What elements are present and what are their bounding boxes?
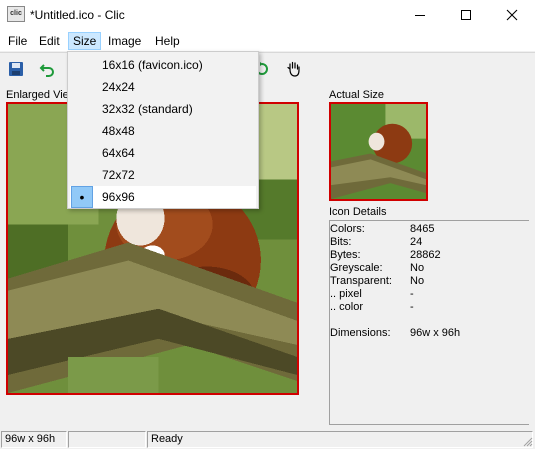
minimize-button[interactable] [397, 0, 443, 30]
window-title: *Untitled.ico - Clic [30, 8, 125, 22]
menu-edit[interactable]: Edit [35, 32, 64, 50]
menu-help[interactable]: Help [151, 32, 184, 50]
detail-value: 8465 [410, 223, 435, 235]
save-icon [9, 62, 23, 76]
status-dimensions: 96w x 96h [1, 431, 67, 448]
size-menu-dropdown: 16x16 (favicon.ico) 24x24 32x32 (standar… [67, 51, 259, 209]
size-option-label: 96x96 [102, 190, 135, 204]
enlarged-view-label: Enlarged Vie [6, 89, 69, 101]
icon-details-panel: Colors: 8465 Bits: 24 Bytes: 28862 Greys… [329, 220, 529, 425]
detail-value: 24 [410, 236, 423, 248]
detail-key: Bytes: [330, 249, 361, 261]
detail-value: No [410, 262, 425, 274]
actual-size-view [329, 102, 428, 201]
detail-value: No [410, 275, 425, 287]
detail-key: Colors: [330, 223, 365, 235]
detail-key: .. color [330, 301, 364, 313]
menu-size[interactable]: Size [68, 32, 102, 50]
detail-value: 96w x 96h [410, 327, 461, 339]
maximize-icon [461, 10, 471, 20]
minimize-icon [415, 14, 425, 16]
size-option-32[interactable]: 32x32 (standard) [70, 98, 256, 120]
detail-key: Dimensions: [330, 327, 391, 339]
status-message: Ready [147, 431, 533, 448]
size-option-48[interactable]: 48x48 [70, 120, 256, 142]
detail-value: 28862 [410, 249, 441, 261]
actual-size-image [331, 104, 426, 199]
maximize-button[interactable] [443, 0, 489, 30]
icon-details-header: Icon Details [329, 206, 387, 218]
detail-key: Bits: [330, 236, 352, 248]
detail-key: Transparent: [330, 275, 392, 287]
size-option-24[interactable]: 24x24 [70, 76, 256, 98]
status-middle [68, 431, 146, 448]
title-bar: clic *Untitled.ico - Clic [0, 0, 535, 30]
save-button[interactable] [6, 59, 26, 79]
app-icon: clic [7, 6, 25, 22]
close-icon [506, 9, 518, 21]
actual-size-label: Actual Size [329, 89, 385, 101]
status-bar: 96w x 96h Ready [0, 429, 535, 449]
undo-button[interactable] [37, 59, 57, 79]
detail-key: Greyscale: [330, 262, 383, 274]
resize-grip-icon[interactable] [521, 435, 533, 447]
size-option-16[interactable]: 16x16 (favicon.ico) [70, 54, 256, 76]
undo-icon [39, 64, 54, 77]
close-button[interactable] [489, 0, 535, 30]
size-option-64[interactable]: 64x64 [70, 142, 256, 164]
menu-file[interactable]: File [4, 32, 31, 50]
menu-image[interactable]: Image [104, 32, 145, 50]
detail-key: .. pixel [330, 288, 362, 300]
radio-check-icon: • [71, 186, 93, 208]
size-option-72[interactable]: 72x72 [70, 164, 256, 186]
menu-bar: File Edit Size Image Help [0, 30, 535, 51]
size-option-96[interactable]: • 96x96 [70, 186, 256, 208]
hand-icon [287, 61, 300, 77]
hand-tool-button[interactable] [284, 59, 304, 79]
detail-value: - [410, 301, 414, 313]
detail-value: - [410, 288, 414, 300]
